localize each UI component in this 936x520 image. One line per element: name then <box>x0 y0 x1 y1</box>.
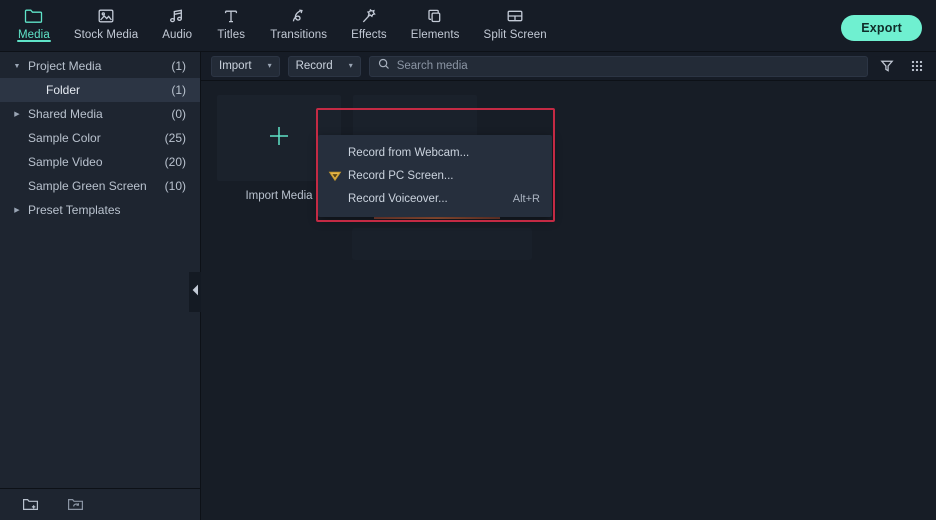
search-media-field[interactable]: Search media <box>368 55 868 77</box>
sidebar-item-shared-media[interactable]: Shared Media (0) <box>0 102 200 126</box>
chevron-right-icon[interactable] <box>10 110 24 118</box>
tab-stock-media[interactable]: Stock Media <box>62 0 150 51</box>
shapes-icon <box>426 6 444 26</box>
menu-item-record-pc-screen[interactable]: Record PC Screen... <box>318 164 552 187</box>
sidebar-item-count: (10) <box>164 179 186 193</box>
sidebar-item-label: Sample Video <box>28 155 103 169</box>
chevron-down-icon: ▾ <box>267 61 272 70</box>
filmora-media-window: Media Stock Media Audio Titles Transitio… <box>0 0 936 520</box>
menu-item-label: Record PC Screen... <box>348 169 454 182</box>
tab-media[interactable]: Media <box>6 0 62 51</box>
tab-list: Media Stock Media Audio Titles Transitio… <box>0 0 559 51</box>
chevron-down-icon[interactable] <box>10 63 24 70</box>
sidebar-collapse-button[interactable] <box>189 272 201 312</box>
sidebar-item-label: Preset Templates <box>28 203 121 217</box>
media-grid: Import Media <box>201 81 936 520</box>
sidebar-footer <box>0 488 200 520</box>
chevron-down-icon: ▾ <box>348 61 353 70</box>
collapse-left-icon <box>192 283 199 301</box>
menu-item-label: Record from Webcam... <box>348 146 470 159</box>
sidebar-item-count: (1) <box>171 59 186 73</box>
grid-view-icon[interactable] <box>906 59 928 73</box>
search-placeholder: Search media <box>396 60 468 72</box>
tab-label: Audio <box>162 29 193 41</box>
menu-item-record-voiceover[interactable]: Record Voiceover... Alt+R <box>318 187 552 210</box>
tab-label: Stock Media <box>73 29 139 41</box>
refresh-folder-icon[interactable] <box>67 497 84 512</box>
menu-item-label: Record Voiceover... <box>348 192 448 205</box>
sidebar-item-label: Shared Media <box>28 107 103 121</box>
chevron-right-icon[interactable] <box>10 206 24 214</box>
magic-wand-icon <box>360 6 378 26</box>
sidebar-item-label: Sample Green Screen <box>28 179 147 193</box>
image-icon <box>97 6 115 26</box>
search-icon <box>378 57 390 75</box>
sidebar-item-count: (20) <box>164 155 186 169</box>
record-label: Record <box>295 60 333 72</box>
import-label: Import <box>219 60 252 72</box>
sidebar-item-count: (0) <box>171 107 186 121</box>
transition-arrow-icon <box>290 6 308 26</box>
tab-elements[interactable]: Elements <box>399 0 472 51</box>
sidebar-item-project-media[interactable]: Project Media (1) <box>0 54 200 78</box>
filter-funnel-icon[interactable] <box>876 59 898 73</box>
tab-label: Transitions <box>270 29 328 41</box>
export-button[interactable]: Export <box>841 15 922 41</box>
sidebar-item-sample-video[interactable]: Sample Video (20) <box>0 150 200 174</box>
sidebar-item-sample-color[interactable]: Sample Color (25) <box>0 126 200 150</box>
wondershare-badge-icon <box>328 169 348 183</box>
split-screen-icon <box>506 6 524 26</box>
tab-label: Split Screen <box>483 29 547 41</box>
tab-split-screen[interactable]: Split Screen <box>472 0 559 51</box>
media-sidebar: Project Media (1) Folder (1) Shared Medi… <box>0 52 201 520</box>
tab-effects[interactable]: Effects <box>339 0 399 51</box>
active-tab-underline <box>16 39 51 42</box>
music-note-icon <box>168 6 186 26</box>
sidebar-item-count: (25) <box>164 131 186 145</box>
sidebar-item-label: Folder <box>46 83 81 97</box>
media-main-panel: Import ▾ Record ▾ Search media Import Me… <box>201 52 936 520</box>
sidebar-item-preset-templates[interactable]: Preset Templates <box>0 198 200 222</box>
tab-label: Titles <box>217 29 246 41</box>
tab-audio[interactable]: Audio <box>150 0 204 51</box>
sidebar-item-sample-green-screen[interactable]: Sample Green Screen (10) <box>0 174 200 198</box>
menu-item-shortcut: Alt+R <box>512 192 540 205</box>
menu-item-record-from-webcam[interactable]: Record from Webcam... <box>318 141 552 164</box>
sidebar-item-folder[interactable]: Folder (1) <box>0 78 200 102</box>
new-folder-icon[interactable] <box>22 497 39 512</box>
top-tab-bar: Media Stock Media Audio Titles Transitio… <box>0 0 936 52</box>
tab-titles[interactable]: Titles <box>204 0 258 51</box>
record-dropdown-button[interactable]: Record ▾ <box>287 55 361 77</box>
tab-label: Elements <box>410 29 460 41</box>
record-dropdown-menu: Record from Webcam... Record PC Screen..… <box>318 135 552 217</box>
sidebar-item-label: Project Media <box>28 59 102 73</box>
tab-label: Effects <box>351 29 387 41</box>
sidebar-tree: Project Media (1) Folder (1) Shared Medi… <box>0 52 200 488</box>
sidebar-item-count: (1) <box>171 83 186 97</box>
main-body: Project Media (1) Folder (1) Shared Medi… <box>0 52 936 520</box>
sidebar-item-label: Sample Color <box>28 131 101 145</box>
background-panel-shadow <box>352 228 532 260</box>
media-toolbar: Import ▾ Record ▾ Search media <box>201 52 936 81</box>
import-dropdown-button[interactable]: Import ▾ <box>211 55 280 77</box>
folder-icon <box>24 6 43 26</box>
tab-transitions[interactable]: Transitions <box>258 0 339 51</box>
text-t-icon <box>222 6 240 26</box>
plus-icon <box>265 122 293 155</box>
